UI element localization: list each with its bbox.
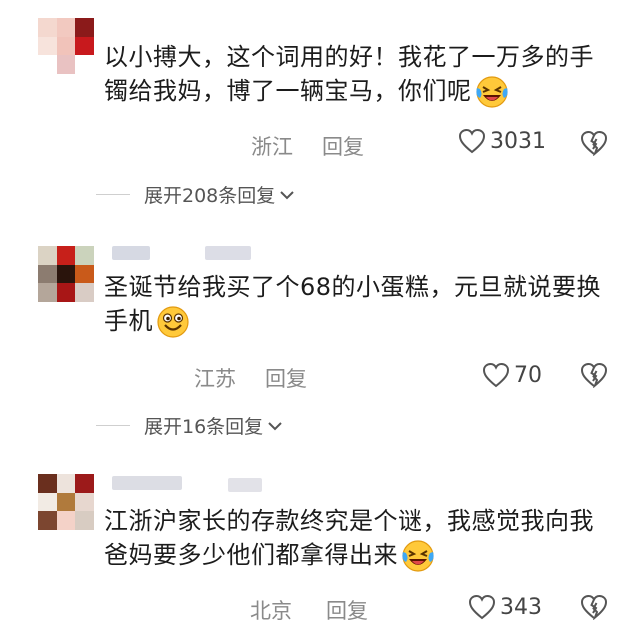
comment-item: 江浙沪家长的存款终究是个谜，我感觉我向我 爸妈要多少他们都拿得出来 北京 回复 …	[0, 0, 640, 623]
comment-text: 江浙沪家长的存款终究是个谜，我感觉我向我 爸妈要多少他们都拿得出来	[104, 504, 614, 574]
reply-button[interactable]: 回复	[326, 595, 368, 625]
username-blurred	[228, 478, 262, 492]
like-button[interactable]: 343	[468, 594, 542, 620]
laughing-crying-emoji-icon	[402, 540, 434, 572]
broken-heart-icon[interactable]	[580, 594, 608, 620]
avatar[interactable]	[38, 474, 94, 530]
like-count: 343	[500, 594, 542, 620]
heart-icon	[468, 594, 496, 620]
username-blurred	[112, 476, 182, 490]
location-label: 北京	[250, 599, 292, 623]
